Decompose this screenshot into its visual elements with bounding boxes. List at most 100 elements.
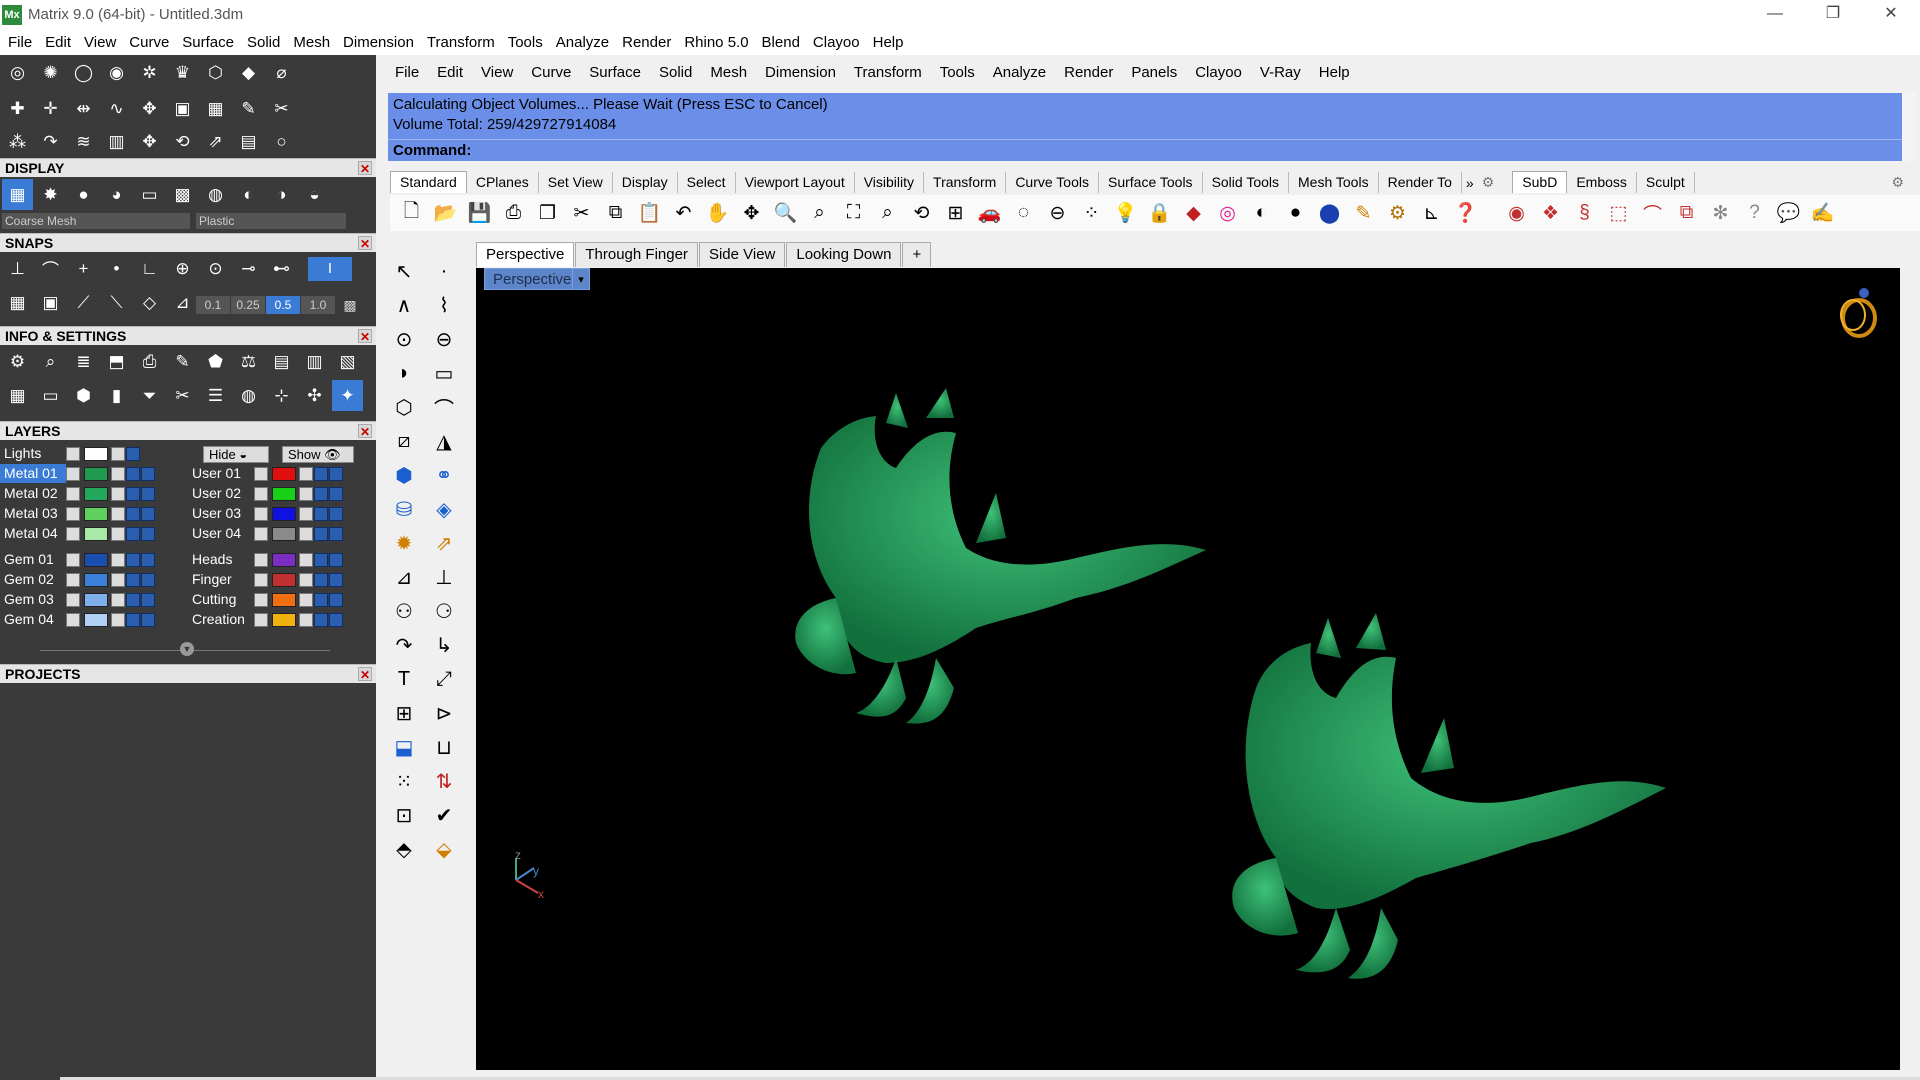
export-icon[interactable]: ▥ [299, 346, 330, 377]
lock-icon[interactable] [111, 446, 125, 461]
snap-knot-icon[interactable]: ⊷ [266, 253, 297, 284]
copy-props-icon[interactable]: ❐ [532, 198, 563, 229]
wireframe-icon[interactable]: ▦ [2, 179, 33, 210]
points-icon[interactable]: ⁘ [1076, 198, 1107, 229]
lock-icon[interactable] [299, 526, 313, 541]
lock-icon[interactable] [111, 612, 125, 627]
expand-icon[interactable] [66, 592, 80, 607]
show-button[interactable]: Show 👁 [282, 446, 354, 463]
layer-row[interactable]: Finger [188, 570, 344, 589]
lock-icon[interactable]: 🔒 [1144, 198, 1175, 229]
layer-row[interactable]: Metal 03 [0, 504, 156, 523]
layer-name[interactable]: User 02 [188, 484, 254, 503]
expand-icon[interactable] [254, 552, 268, 567]
snap-tan-icon[interactable]: ⊸ [233, 253, 264, 284]
subd-twist-icon[interactable]: § [1569, 198, 1600, 229]
render-toggle[interactable] [329, 466, 343, 481]
snap-end-icon[interactable]: ⊥ [2, 253, 33, 284]
tab-side-view[interactable]: Side View [698, 242, 786, 267]
tab-standard[interactable]: Standard [390, 171, 467, 193]
close-button[interactable]: ✕ [1862, 0, 1920, 29]
eagle-model[interactable] [795, 388, 1206, 724]
grid-step-option[interactable]: 0.5 [266, 296, 300, 314]
layer-color-swatch[interactable] [84, 552, 108, 567]
filter-icon[interactable]: ⏷ [134, 380, 165, 411]
layer-color-swatch[interactable] [272, 572, 296, 587]
report-icon[interactable]: ▤ [266, 346, 297, 377]
expand-icon[interactable] [254, 526, 268, 541]
rhino-menu-panels[interactable]: Panels [1122, 64, 1186, 81]
render-toggle[interactable] [141, 612, 155, 627]
zoom-window-icon[interactable]: ⌕ [804, 198, 835, 229]
visible-toggle[interactable] [126, 466, 140, 481]
render-sphere-icon[interactable]: ● [68, 179, 99, 210]
tabs-overflow-button[interactable]: » [1462, 173, 1478, 193]
layer-row[interactable]: Cutting [188, 590, 344, 609]
material-icon[interactable]: ◆ [1178, 198, 1209, 229]
expand-icon[interactable] [254, 572, 268, 587]
dimension-line-icon[interactable]: ⊔ [428, 731, 460, 763]
lock-icon[interactable] [299, 506, 313, 521]
curve-icon[interactable]: ∿ [101, 93, 132, 124]
gem-report-icon[interactable]: ⬟ [200, 346, 231, 377]
grid-step-option[interactable]: 0.1 [196, 296, 230, 314]
render-toggle[interactable] [329, 486, 343, 501]
monitor-icon[interactable]: ▭ [134, 179, 165, 210]
menu-solid[interactable]: Solid [242, 34, 288, 51]
visible-toggle[interactable] [126, 506, 140, 521]
tab-visibility[interactable]: Visibility [855, 172, 925, 193]
visible-toggle[interactable] [314, 486, 328, 501]
tab-perspective[interactable]: Perspective [476, 242, 575, 267]
text-tool-icon[interactable]: T [388, 663, 420, 695]
subd-box-icon[interactable]: ❖ [1535, 198, 1566, 229]
prong-icon[interactable]: ✲ [134, 57, 165, 88]
layer-name[interactable]: Heads [188, 550, 254, 569]
blend-surface-icon[interactable]: ◮ [428, 425, 460, 457]
cylinder-icon[interactable]: ▮ [101, 380, 132, 411]
array-tool-icon[interactable]: ⊞ [388, 697, 420, 729]
transform-tool-icon[interactable]: ⇗ [428, 527, 460, 559]
tab-cplanes[interactable]: CPlanes [467, 172, 539, 193]
lock-icon[interactable] [111, 466, 125, 481]
layer-color-swatch[interactable] [272, 552, 296, 567]
cube-icon[interactable]: ▣ [35, 287, 66, 318]
cut-icon[interactable]: ✂ [566, 198, 597, 229]
settings-gear-icon[interactable]: ⚙ [1382, 198, 1413, 229]
menu-clayoo[interactable]: Clayoo [808, 34, 868, 51]
osnap-icon[interactable]: ⊖ [1042, 198, 1073, 229]
grid-step-option[interactable]: 0.25 [231, 296, 265, 314]
dimension-icon[interactable]: ⊾ [1416, 198, 1447, 229]
transform-icon[interactable]: ✣ [299, 380, 330, 411]
color-wheel-icon[interactable]: ◎ [1212, 198, 1243, 229]
menu-surface[interactable]: Surface [177, 34, 242, 51]
lock-icon[interactable] [299, 486, 313, 501]
layer-color-swatch[interactable] [272, 526, 296, 541]
layer-row[interactable]: User 03 [188, 504, 344, 523]
analyze-icon[interactable]: ⊿ [388, 561, 420, 593]
menu-tools[interactable]: Tools [503, 34, 551, 51]
snap-point-icon[interactable]: + [68, 253, 99, 284]
lock-icon[interactable] [111, 572, 125, 587]
menu-blend[interactable]: Blend [757, 34, 808, 51]
expand-icon[interactable] [254, 592, 268, 607]
layer-name[interactable]: Creation [188, 610, 254, 629]
grid-array-icon[interactable]: ⁙ [388, 765, 420, 797]
eagle-model[interactable] [1232, 613, 1666, 979]
boolean-union-icon[interactable]: ⚇ [388, 595, 420, 627]
expand-icon[interactable] [254, 486, 268, 501]
flow-icon[interactable]: ≋ [68, 126, 99, 157]
render-toggle[interactable] [329, 526, 343, 541]
lock-icon[interactable] [299, 592, 313, 607]
screen-icon[interactable]: ▭ [35, 380, 66, 411]
rhino-menu-dimension[interactable]: Dimension [756, 64, 845, 81]
visible-toggle[interactable] [314, 526, 328, 541]
gem-icon[interactable]: ◆ [233, 57, 264, 88]
layer-color-swatch[interactable] [272, 612, 296, 627]
layer-name[interactable]: Cutting [188, 590, 254, 609]
tab-looking-down[interactable]: Looking Down [786, 242, 902, 267]
rhino-menu-solid[interactable]: Solid [650, 64, 701, 81]
visible-toggle[interactable] [126, 552, 140, 567]
expand-icon[interactable] [254, 612, 268, 627]
tab-mesh-tools[interactable]: Mesh Tools [1289, 172, 1379, 193]
visible-toggle[interactable] [126, 572, 140, 587]
